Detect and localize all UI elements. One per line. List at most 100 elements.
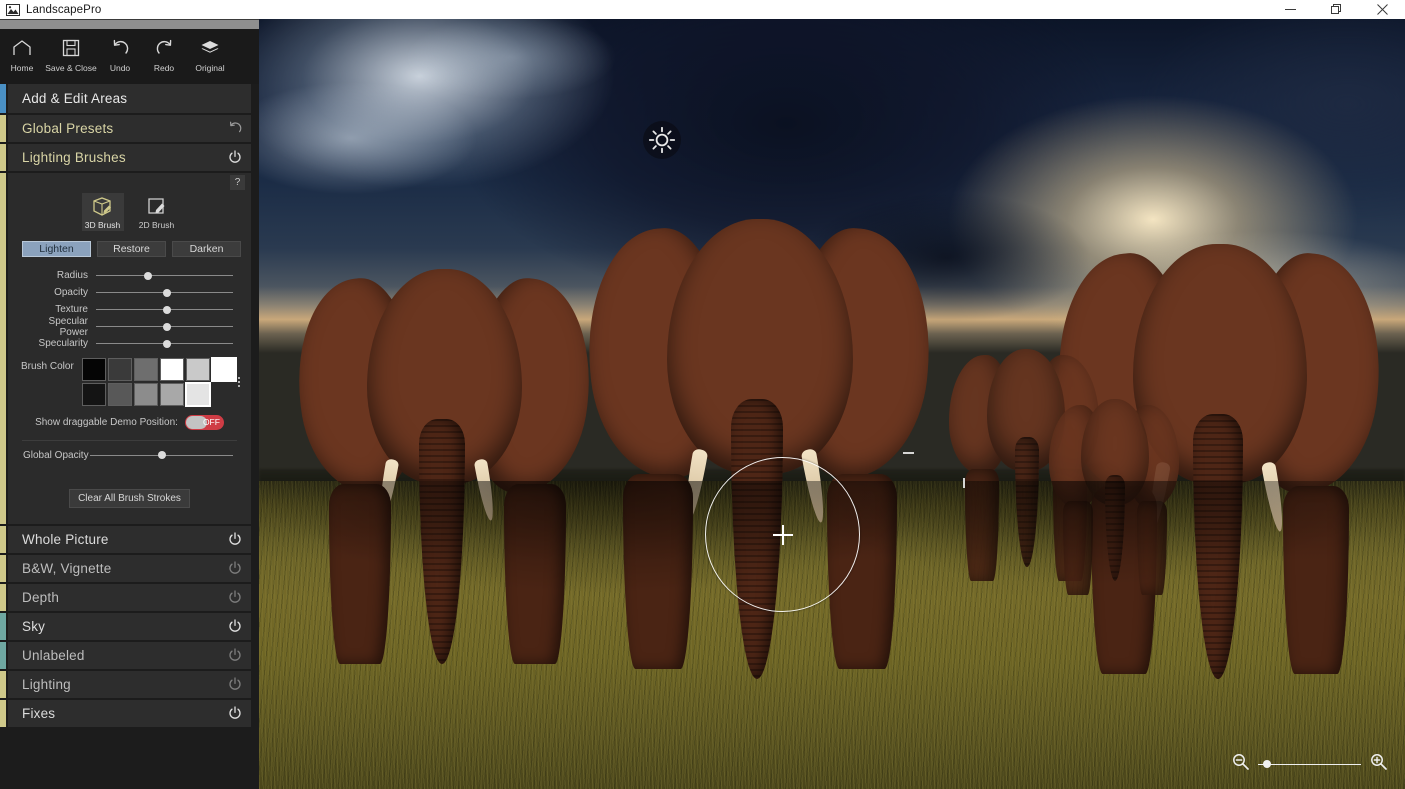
brush-color-picker: Brush Color [8,352,251,407]
zoom-in-icon[interactable] [1370,753,1387,775]
power-icon[interactable] [228,648,242,662]
sidebar-top-strip [0,20,259,29]
slider-specular-power[interactable] [96,321,233,333]
brush-mode-darken[interactable]: Darken [172,241,241,257]
slider-row-specularity: Specularity [8,335,251,352]
slider-label-radius: Radius [56,270,88,281]
sidebar-item-global-presets[interactable]: Global Presets [0,115,251,142]
sidebar-item-bw-vignette[interactable]: B&W, Vignette [0,555,251,582]
sidebar-label-global-presets: Global Presets [22,121,114,136]
sun-icon[interactable] [643,121,681,159]
slider-label-texture: Texture [55,304,88,315]
sidebar-item-fixes[interactable]: Fixes [0,700,251,727]
zoom-slider-track [1258,763,1361,765]
minimize-icon[interactable] [1267,0,1313,19]
zoom-slider-handle[interactable] [1263,760,1272,768]
accent-bar [0,173,6,524]
sidebar-item-sky[interactable]: Sky [0,613,251,640]
color-swatch[interactable] [107,383,132,406]
color-swatch[interactable] [159,358,184,381]
help-button[interactable]: ? [230,175,245,190]
power-icon[interactable] [228,706,242,720]
sidebar-item-lighting-brushes[interactable]: Lighting Brushes [0,144,251,171]
brush-sliders: Radius Opacity Texture Specular Power Sp… [8,257,251,352]
accent-bar [0,584,6,611]
power-icon[interactable] [228,590,242,604]
power-icon[interactable] [228,561,242,575]
color-swatch[interactable] [185,358,210,381]
sidebar-item-depth[interactable]: Depth [0,584,251,611]
slider-handle[interactable] [144,271,153,280]
accent-bar [0,613,6,640]
toolbar-button-undo[interactable]: Undo [98,36,142,73]
slider-handle[interactable] [163,305,172,314]
close-icon[interactable] [1359,0,1405,19]
accent-bar [0,671,6,698]
main-toolbar: Home Save & Close Undo Redo Original [0,29,259,84]
power-icon[interactable] [228,532,242,546]
square-pencil-icon [144,195,170,219]
sidebar-item-whole-picture[interactable]: Whole Picture [0,526,251,553]
demo-position-label: Show draggable Demo Position: [35,417,178,428]
toolbar-button-save-close[interactable]: Save & Close [44,36,98,73]
slider-opacity[interactable] [96,287,233,299]
redo-icon [155,36,174,60]
slider-handle[interactable] [163,339,172,348]
power-icon[interactable] [228,619,242,633]
brush-color-label: Brush Color [21,361,74,372]
toolbar-label-redo: Redo [153,63,175,73]
color-swatch[interactable] [133,383,158,406]
left-sidebar: Home Save & Close Undo Redo Original Add… [0,19,259,789]
undo-reset-icon[interactable] [228,121,242,135]
control-tick-right [963,478,965,488]
toolbar-button-redo[interactable]: Redo [142,36,186,73]
brush-type-selector: 3D Brush 2D Brush [8,179,251,231]
brush-mode-lighten[interactable]: Lighten [22,241,91,257]
color-swatch-selected[interactable] [210,357,237,382]
accent-bar [0,144,6,171]
slider-handle[interactable] [163,322,172,331]
sidebar-label-depth: Depth [22,590,60,605]
image-canvas[interactable] [259,19,1405,789]
slider-row-radius: Radius [8,267,251,284]
sidebar-item-lighting[interactable]: Lighting [0,671,251,698]
clear-all-brush-strokes-button[interactable]: Clear All Brush Strokes [69,489,190,508]
crosshair-icon [772,524,793,545]
power-icon[interactable] [228,150,242,164]
control-tick-left [903,452,914,454]
toolbar-button-home[interactable]: Home [0,36,44,73]
lighting-brushes-panel: ? 3D Brush 2D Brush Lighten Restore Dark… [0,173,251,524]
slider-global-opacity[interactable] [90,449,233,461]
toolbar-button-original[interactable]: Original [186,36,234,73]
more-colors-icon[interactable] [236,358,241,406]
layers-icon [200,36,220,60]
accent-bar [0,700,6,727]
color-swatch[interactable] [81,358,106,381]
slider-handle[interactable] [163,288,172,297]
color-swatch[interactable] [81,383,106,406]
demo-position-toggle[interactable]: OFF [184,415,224,430]
color-swatch[interactable] [107,358,132,381]
app-window: LandscapePro Home Save & Close Undo Redo… [0,0,1405,789]
sidebar-item-unlabeled[interactable]: Unlabeled [0,642,251,669]
slider-specularity[interactable] [96,338,233,350]
power-icon[interactable] [228,677,242,691]
brush-type-2d[interactable]: 2D Brush [136,193,178,231]
slider-label-specular-power: Specular Power [48,315,88,338]
landscape-icon [6,3,20,17]
color-swatch[interactable] [133,358,158,381]
slider-radius[interactable] [96,270,233,282]
color-swatch[interactable] [159,383,184,406]
brush-mode-restore[interactable]: Restore [97,241,166,257]
slider-row-opacity: Opacity [8,284,251,301]
sidebar-item-add-edit-areas[interactable]: Add & Edit Areas [0,84,251,113]
restore-icon[interactable] [1313,0,1359,19]
slider-texture[interactable] [96,304,233,316]
title-bar: LandscapePro [0,0,1405,19]
undo-icon [111,36,130,60]
slider-handle[interactable] [157,451,166,459]
brush-type-3d[interactable]: 3D Brush [81,193,124,231]
zoom-slider[interactable] [1258,759,1361,769]
color-swatch-selected[interactable] [184,382,211,407]
zoom-out-icon[interactable] [1232,753,1249,775]
